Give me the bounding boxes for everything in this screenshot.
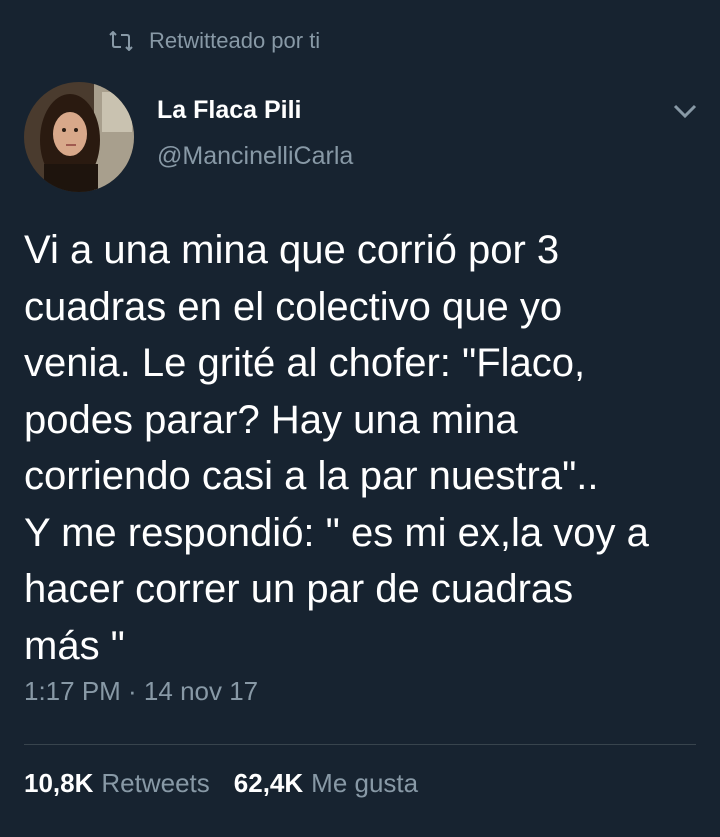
divider — [24, 744, 696, 745]
avatar[interactable] — [24, 82, 134, 192]
retweet-icon — [107, 31, 135, 51]
likes-count: 62,4K — [233, 768, 304, 798]
tweet-stats: 10,8K Retweets 62,4K Me gusta — [24, 768, 418, 799]
chevron-down-icon[interactable] — [670, 100, 700, 122]
retweets-label: Retweets — [101, 768, 210, 798]
likes-label: Me gusta — [311, 768, 419, 798]
retweets-count: 10,8K — [24, 768, 94, 798]
retweet-banner: Retwitteado por ti — [107, 28, 320, 54]
tweet-timestamp[interactable]: 1:17 PM · 14 nov 17 — [24, 676, 258, 707]
author-handle[interactable]: @MancinelliCarla — [157, 142, 353, 171]
author-name[interactable]: La Flaca Pili — [157, 96, 302, 125]
tweet-text: Vi a una mina que corrió por 3 cuadras e… — [24, 228, 649, 668]
retweet-banner-text: Retwitteado por ti — [149, 28, 321, 53]
likes-stat[interactable]: 62,4K Me gusta — [234, 768, 418, 799]
retweets-stat[interactable]: 10,8K Retweets — [24, 768, 210, 799]
